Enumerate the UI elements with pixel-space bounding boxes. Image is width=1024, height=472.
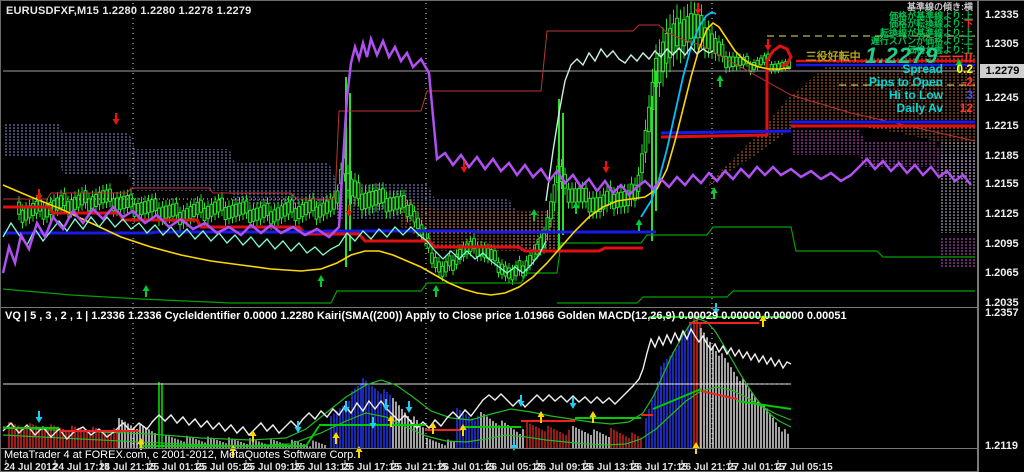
time-label: 25 Jul 09:15 — [244, 462, 301, 472]
sub-price-tick: 1.2119 — [985, 440, 1018, 452]
pip-stats-panel: Spread0.2Pips to Open-2Hi to Low3Daily A… — [869, 63, 973, 115]
sub-price-tick: 1.2357 — [985, 307, 1019, 319]
indicator-header: VQ | 5 , 3 , 2 , 1 | 1.2336 1.2336 Cycle… — [5, 310, 847, 322]
time-label: 24 Jul 2012 — [4, 462, 57, 472]
current-price-box: 1.2279 — [980, 64, 1024, 78]
mt4-chart-window: EURUSDFXF,M15 1.2280 1.2280 1.2278 1.227… — [0, 0, 1024, 472]
price-tick: 1.2065 — [985, 267, 1019, 279]
time-label: 27 Jul 05:15 — [776, 462, 833, 472]
time-axis[interactable]: 24 Jul 201224 Jul 17:1524 Jul 21:1525 Ju… — [1, 461, 978, 472]
price-tick: 1.2305 — [985, 38, 1019, 50]
stat-row-daily-av: Daily Av12 — [869, 102, 973, 115]
price-tick: 1.2095 — [985, 238, 1019, 250]
price-tick: 1.2215 — [985, 120, 1019, 132]
symbol-title: EURUSDFXF,M15 1.2280 1.2280 1.2278 1.227… — [6, 5, 251, 17]
price-tick: 1.2125 — [985, 208, 1019, 220]
price-tick: 1.2155 — [985, 178, 1019, 190]
price-axis[interactable]: 1.2335 1.2305 1.2245 1.2215 1.2185 1.2155 1.21… — [978, 1, 1024, 472]
ichimoku-clouds — [3, 55, 975, 267]
price-tick: 1.2335 — [985, 9, 1019, 21]
sanyaku-signal-label: 三役好転中 — [806, 51, 861, 63]
price-tick: 1.2245 — [985, 92, 1019, 104]
price-tick: 1.2185 — [985, 150, 1019, 162]
vq-indicator-panel-graphics — [3, 317, 791, 448]
copyright-text: MetaTrader 4 at FOREX.com, c 2001-2012, … — [4, 449, 356, 461]
